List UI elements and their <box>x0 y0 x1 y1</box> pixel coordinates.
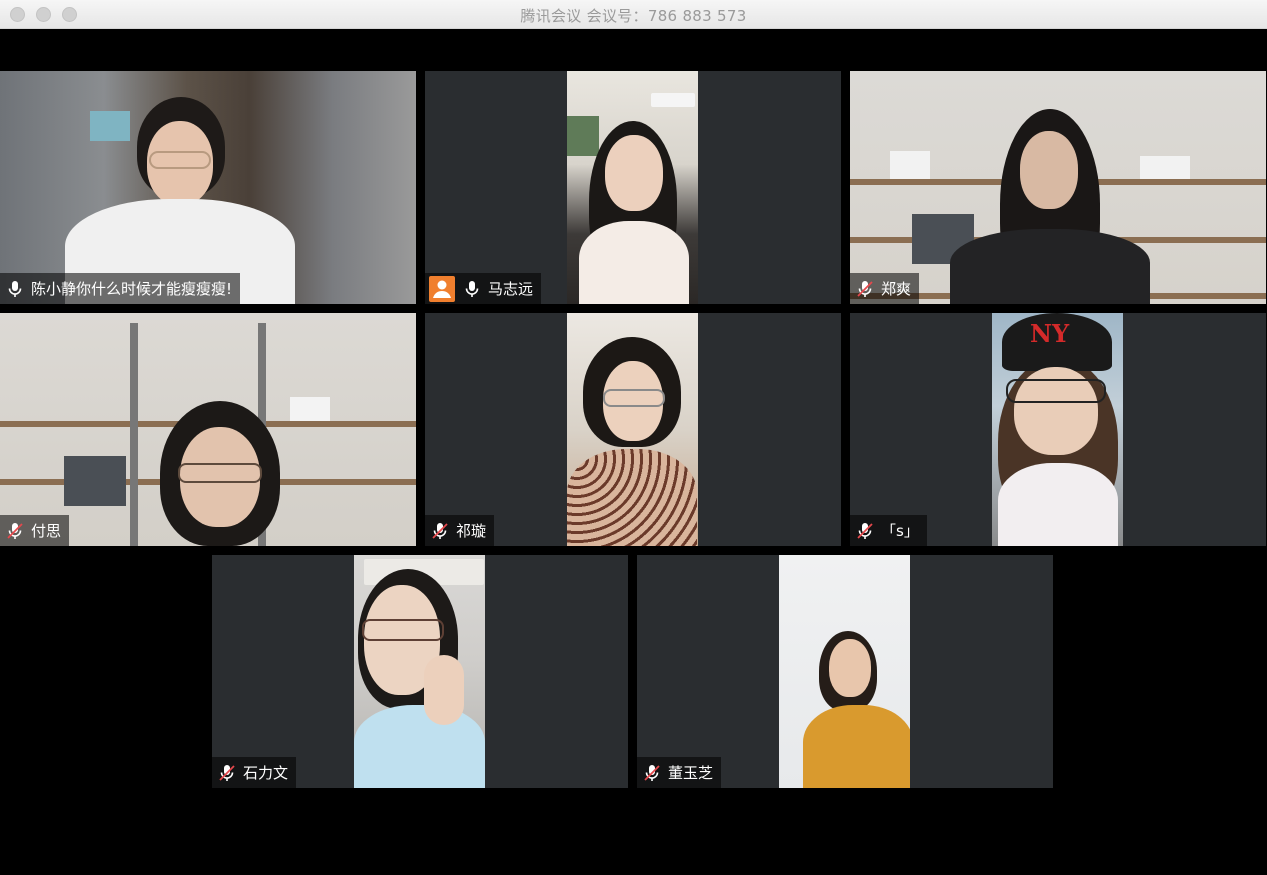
window-title: 腾讯会议 会议号：786 883 573 <box>520 7 747 25</box>
microphone-muted-icon <box>218 764 236 782</box>
video-tile-4[interactable]: 付思 <box>0 313 416 546</box>
participant-name-tag: 石力文 <box>212 757 297 788</box>
video-tile-6[interactable]: NY 「s」 <box>850 313 1266 546</box>
video-tile-2[interactable]: 马志远 <box>425 71 841 304</box>
microphone-muted-icon <box>431 522 449 540</box>
participant-video <box>850 71 1266 304</box>
participant-video <box>0 71 416 304</box>
participant-name: 祁璇 <box>456 522 487 540</box>
hand <box>424 655 464 725</box>
participant-name-tag: 付思 <box>0 515 70 546</box>
participant-video <box>567 71 698 304</box>
user-avatar-icon <box>429 275 455 302</box>
microphone-muted-icon <box>856 522 874 540</box>
participant-name-tag: 陈小静你什么时候才能瘦瘦瘦! <box>0 273 241 304</box>
microphone-muted-icon <box>856 280 874 298</box>
microphone-muted-icon <box>643 764 661 782</box>
participant-video <box>567 313 698 546</box>
participant-name-tag: 「s」 <box>850 515 927 546</box>
participant-name-tag: 祁璇 <box>425 515 495 546</box>
participant-name: 石力文 <box>243 764 289 782</box>
video-tile-5[interactable]: 祁璇 <box>425 313 841 546</box>
video-tile-8[interactable]: 董玉芝 <box>637 555 1053 788</box>
monitor <box>64 456 126 506</box>
participant-name-tag: 马志远 <box>425 273 542 304</box>
participant-name: 陈小静你什么时候才能瘦瘦瘦! <box>31 280 233 298</box>
participant-name: 董玉芝 <box>668 764 714 782</box>
participant-video: NY <box>992 313 1123 546</box>
box <box>890 151 930 179</box>
participant-name-tag: 董玉芝 <box>637 757 722 788</box>
participant-name: 付思 <box>31 522 62 540</box>
participant-name: 郑爽 <box>881 280 912 298</box>
participant-name: 「s」 <box>881 522 919 540</box>
microphone-icon <box>6 280 24 298</box>
participant-video <box>779 555 910 788</box>
participant-name: 马志远 <box>488 280 534 298</box>
microphone-muted-icon <box>6 522 24 540</box>
video-tile-1[interactable]: 陈小静你什么时候才能瘦瘦瘦! <box>0 71 416 304</box>
storage-box <box>90 111 130 141</box>
video-tile-3[interactable]: 郑爽 <box>850 71 1266 304</box>
title-bar: 腾讯会议 会议号：786 883 573 <box>0 0 1267 29</box>
participant-video <box>354 555 485 788</box>
participant-video <box>0 313 416 546</box>
shelf-post <box>130 323 138 546</box>
air-conditioner <box>651 93 695 107</box>
microphone-icon <box>463 280 481 298</box>
video-tile-7[interactable]: 石力文 <box>212 555 628 788</box>
participant-name-tag: 郑爽 <box>850 273 920 304</box>
cap-logo: NY <box>1030 319 1070 348</box>
